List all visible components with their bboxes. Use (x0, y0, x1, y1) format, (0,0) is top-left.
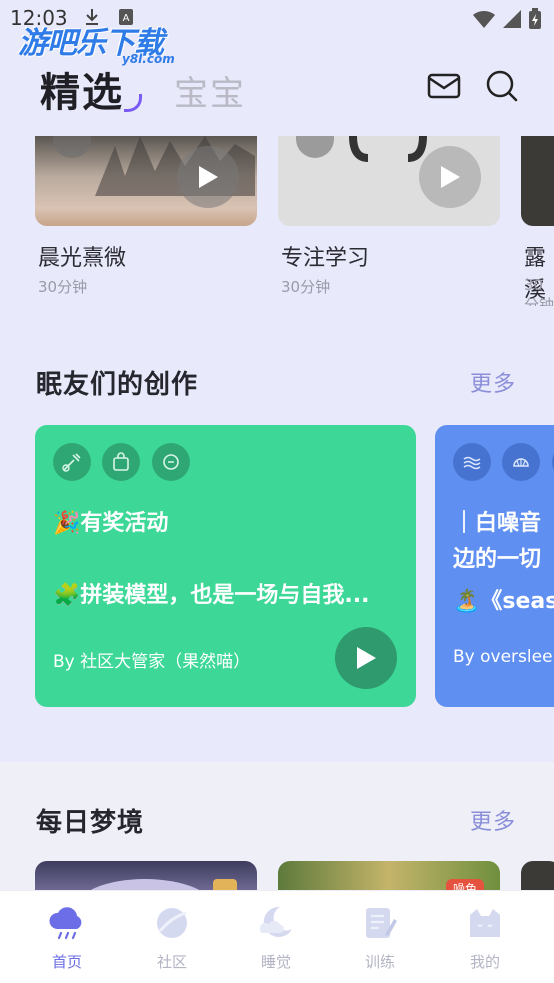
nav-sleep[interactable]: 睡觉 (226, 891, 326, 983)
shell-tag-icon (502, 443, 540, 481)
card-author: By oversleep (453, 647, 554, 667)
card-line-3: 🏝️《seas (453, 589, 554, 614)
header: 精选 宝宝 (0, 58, 554, 118)
nav-label-training: 训练 (364, 953, 395, 971)
play-icon (199, 166, 218, 188)
featured-title-2: 专注学习 (281, 246, 370, 271)
community-card-2[interactable]: ｜白噪音 边的一切 🏝️《seas By oversleep (435, 425, 554, 707)
play-button[interactable] (177, 146, 239, 208)
cloud-rain-icon (49, 907, 82, 940)
featured-title-1: 晨光熹微 (38, 246, 127, 271)
guitar-tag-icon (53, 443, 91, 481)
community-more-link[interactable]: 更多 (470, 366, 516, 398)
nav-training[interactable]: 训练 (330, 891, 430, 983)
dreams-title: 每日梦境 (36, 808, 145, 838)
mail-icon[interactable] (426, 68, 462, 104)
card-line-2: 🧩拼装模型，也是一场与自我... (53, 583, 370, 608)
nav-label-community: 社区 (156, 953, 187, 971)
active-tab-indicator (124, 94, 142, 112)
tab-featured[interactable]: 精选 (40, 60, 124, 118)
featured-card-3[interactable] (521, 136, 554, 226)
search-icon[interactable] (484, 68, 520, 104)
category-badge (53, 136, 91, 158)
featured-row: 晨光熹微 30分钟 专注学习 30分钟 露溪 30分钟 (0, 136, 554, 306)
nav-label-home: 首页 (51, 953, 82, 971)
play-icon (441, 166, 460, 188)
card-author: By 社区大管家（果然喵） (53, 652, 251, 672)
battery-icon (529, 8, 541, 29)
featured-duration-3: 30分钟 (524, 276, 554, 306)
play-button[interactable] (419, 146, 481, 208)
moon-icon (259, 906, 292, 937)
bottom-nav: 首页 社区 睡觉 训练 我的 (0, 890, 554, 983)
tab-baby[interactable]: 宝宝 (174, 66, 246, 115)
category-badge (296, 136, 334, 158)
signal-icon (503, 10, 521, 28)
play-button[interactable] (335, 627, 397, 689)
cat-icon (470, 909, 500, 937)
featured-card-2[interactable] (278, 136, 500, 226)
community-card-1[interactable]: 🎉有奖活动 🧩拼装模型，也是一场与自我... By 社区大管家（果然喵） (35, 425, 416, 707)
bag-tag-icon (102, 443, 140, 481)
wifi-icon (473, 10, 495, 28)
nav-label-profile: 我的 (469, 953, 500, 971)
waves-tag-icon (453, 443, 491, 481)
planet-icon (157, 908, 187, 938)
card-line-1: ｜白噪音 (453, 511, 542, 536)
community-title: 眠友们的创作 (36, 370, 199, 400)
nav-home[interactable]: 首页 (17, 891, 117, 983)
card-line-2: 边的一切 (453, 547, 542, 572)
nav-label-sleep: 睡觉 (260, 953, 291, 971)
nav-community[interactable]: 社区 (122, 891, 222, 983)
featured-duration-1: 30分钟 (38, 278, 88, 296)
featured-duration-2: 30分钟 (281, 278, 331, 296)
notebook-icon (366, 908, 397, 938)
chat-tag-icon (152, 443, 190, 481)
headphones-image (349, 136, 427, 162)
featured-card-1[interactable] (35, 136, 257, 226)
nav-profile[interactable]: 我的 (435, 891, 535, 983)
card-line-1: 🎉有奖活动 (53, 511, 169, 536)
dreams-more-link[interactable]: 更多 (470, 804, 516, 836)
play-icon (357, 647, 376, 669)
